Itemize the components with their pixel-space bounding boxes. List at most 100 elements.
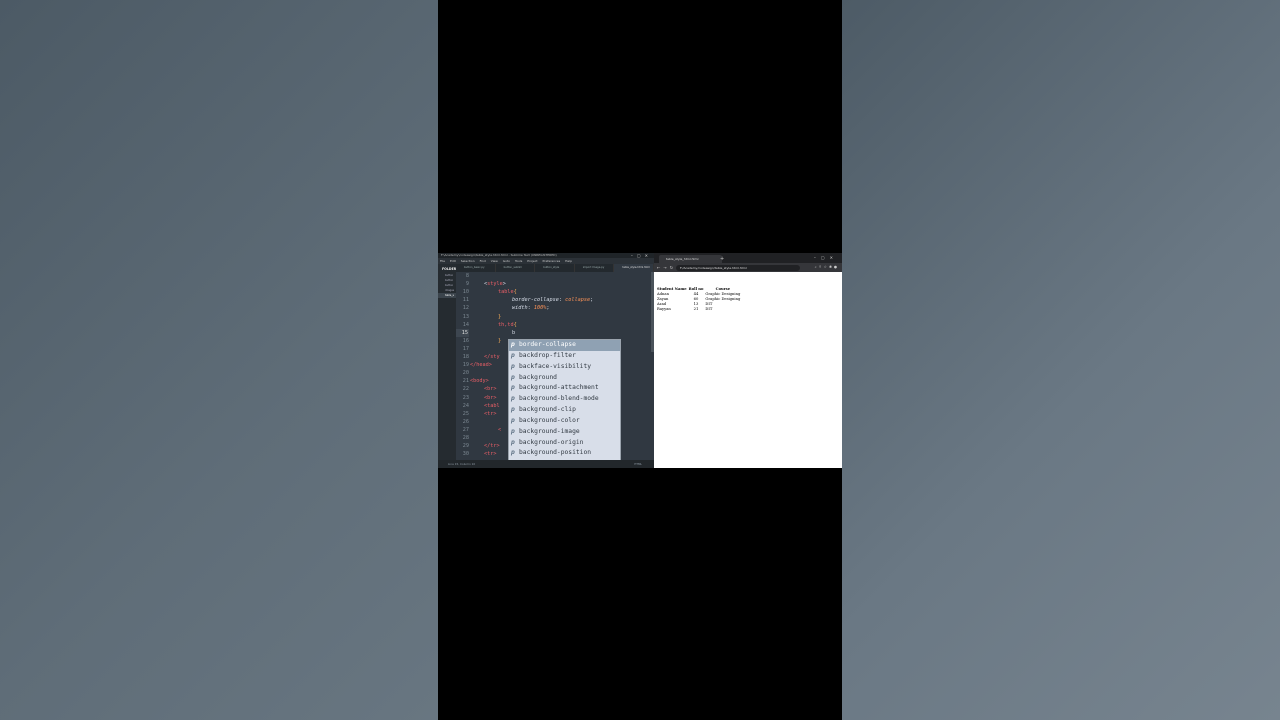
code-line: < — [498, 426, 502, 433]
autocomplete-item[interactable]: p background — [509, 373, 620, 384]
autocomplete-item[interactable]: p background-blend-mode — [509, 394, 620, 405]
property-kind-icon: p — [511, 427, 515, 435]
code-line: <br> — [484, 386, 497, 393]
sidebar-file-active[interactable]: table_s — [438, 293, 456, 298]
table-row: Rayyan 21 DIT — [656, 307, 741, 312]
autocomplete-label: backface-visibility — [519, 362, 592, 370]
menu-goto[interactable]: Goto — [503, 259, 510, 263]
line-number: 17 — [462, 345, 469, 352]
background-right — [842, 0, 1280, 720]
menu-help[interactable]: Help — [565, 259, 572, 263]
line-number: 13 — [462, 313, 469, 320]
code-line: </head> — [470, 362, 492, 369]
desktop-screen: F:\Academy\codeasign\table_style.html.ht… — [438, 253, 842, 468]
editor-tab[interactable]: button_style — [535, 264, 575, 272]
autocomplete-label: backdrop-filter — [519, 351, 576, 359]
editor-title-bar: F:\Academy\codeasign\table_style.html.ht… — [438, 253, 654, 258]
menu-preferences[interactable]: Preferences — [543, 259, 561, 263]
code-line: <br> — [484, 394, 497, 401]
code-token: { — [513, 289, 517, 296]
property-kind-icon: p — [511, 416, 515, 424]
menu-selection[interactable]: Selection — [461, 259, 475, 263]
code-token: border-collapse — [512, 297, 559, 304]
code-token: style — [487, 281, 503, 288]
table-cell: DIT — [705, 307, 713, 312]
autocomplete-item[interactable]: p background-position — [509, 448, 620, 459]
code-line: <body> — [470, 378, 489, 385]
browser-tab-strip: table_style_html.html + –▢✕ — [654, 253, 842, 263]
autocomplete-item[interactable]: p background-image — [509, 427, 620, 438]
browser-toolbar: ←→↻ F:/Academy/codeasign/table_style.htm… — [654, 263, 842, 272]
code-line-current: b — [512, 329, 516, 336]
editor-tab[interactable]: button_sublim — [496, 264, 536, 272]
table-cell: Graphic Designing — [705, 296, 741, 301]
new-tab-button[interactable]: + — [720, 255, 724, 263]
autocomplete-item-selected[interactable]: p border-collapse — [509, 340, 620, 351]
code-token: 100% — [533, 305, 547, 312]
line-number: 29 — [462, 443, 469, 450]
autocomplete-item[interactable]: p backdrop-filter — [509, 351, 620, 362]
editor-window-controls[interactable]: –▢✕ — [631, 253, 652, 258]
student-table: Student Name Roll no Course Adnan 44 Gra… — [656, 286, 741, 312]
autocomplete-label: background-origin — [519, 438, 584, 446]
editor-tab[interactable]: import Image.py — [575, 264, 615, 272]
table-header-row: Student Name Roll no Course — [656, 286, 741, 291]
menu-tools[interactable]: Tools — [515, 259, 522, 263]
code-line: border-collapse: collapse; — [512, 296, 593, 304]
menu-file[interactable]: File — [440, 259, 445, 263]
browser-nav-buttons[interactable]: ←→↻ — [657, 263, 676, 272]
line-number: 9 — [465, 281, 469, 288]
code-line: } — [498, 337, 502, 344]
browser-window-controls[interactable]: –▢✕ — [814, 253, 838, 263]
autocomplete-item[interactable]: p background-origin — [509, 438, 620, 449]
menu-project[interactable]: Project — [527, 259, 537, 263]
menu-find[interactable]: Find — [480, 259, 486, 263]
code-line: <tr> — [484, 410, 497, 417]
autocomplete-item[interactable]: p background-color — [509, 416, 620, 427]
autocomplete-label: background-image — [519, 427, 580, 435]
browser-tools: ⌕⇪☆✱● — [815, 263, 839, 272]
code-token: width — [512, 305, 528, 312]
line-number: 23 — [462, 394, 469, 401]
editor-tab[interactable]: button_basic.py — [456, 264, 496, 272]
browser-window: table_style_html.html + –▢✕ ←→↻ F:/Acade… — [654, 253, 842, 468]
line-number: 8 — [465, 273, 469, 279]
autocomplete-popup: p border-collapse p backdrop-filter p backf… — [508, 339, 621, 468]
code-line: <style> — [484, 280, 506, 288]
line-number: 20 — [462, 370, 469, 377]
property-kind-icon: p — [511, 438, 515, 446]
menu-view[interactable]: View — [491, 259, 498, 263]
line-number-gutter: 8 9 10 11 12 13 14 15 16 17 18 19 20 21 … — [456, 272, 470, 460]
editor-tab-bar: button_basic.py button_sublim button_sty… — [456, 264, 654, 272]
code-line: table{ — [498, 288, 517, 296]
menu-edit[interactable]: Edit — [450, 259, 456, 263]
autocomplete-item[interactable]: p backface-visibility — [509, 362, 620, 373]
address-bar[interactable]: F:/Academy/codeasign/table_style.html.ht… — [676, 264, 800, 271]
profile-icon[interactable]: ● — [834, 265, 839, 269]
autocomplete-label: background-clip — [519, 406, 576, 414]
line-number: 16 — [462, 337, 469, 344]
video-frame: F:\Academy\codeasign\table_style.html.ht… — [438, 0, 842, 720]
editor-tab-active[interactable]: table_style.html.html — [614, 264, 654, 272]
code-line: </sty — [484, 354, 500, 360]
autocomplete-item[interactable]: p background-clip — [509, 405, 620, 416]
autocomplete-item[interactable]: p background-attachment — [509, 383, 620, 394]
code-token: th,td — [498, 321, 514, 328]
line-number: 25 — [462, 410, 469, 417]
code-line: <tr> — [484, 451, 497, 458]
code-token: collapse — [565, 297, 591, 304]
line-number: 19 — [462, 362, 469, 369]
autocomplete-label: background-color — [519, 416, 580, 424]
line-number: 21 — [462, 378, 469, 385]
code-line: </tr> — [484, 443, 500, 450]
line-number: 24 — [462, 402, 469, 409]
browser-tab[interactable]: table_style_html.html — [659, 255, 722, 263]
code-token: ; — [590, 297, 594, 304]
code-token: ; — [546, 305, 550, 312]
autocomplete-label: background-attachment — [519, 384, 599, 392]
autocomplete-label: background-blend-mode — [519, 395, 599, 403]
code-token: { — [513, 321, 517, 328]
syntax-mode[interactable]: HTML — [634, 460, 642, 468]
cursor-position: Line 15, Column 10 — [448, 462, 476, 466]
table-cell: 21 — [693, 307, 699, 312]
